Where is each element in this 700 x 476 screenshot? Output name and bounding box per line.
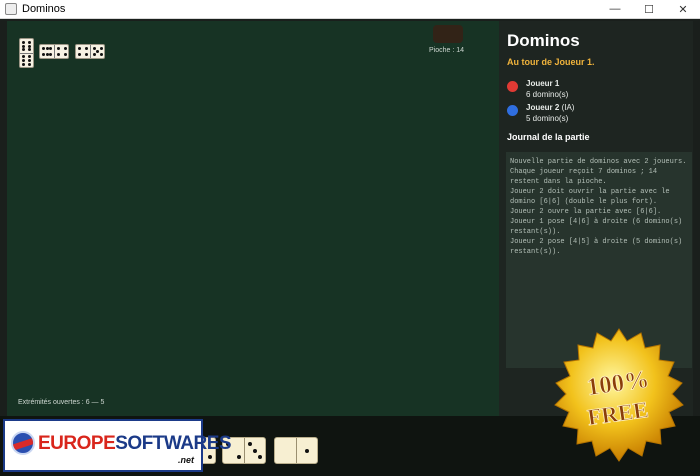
pip <box>99 46 103 50</box>
app-icon <box>5 3 17 15</box>
turn-indicator: Au tour de Joueur 1. <box>507 57 595 67</box>
pip <box>63 46 67 50</box>
domino-half <box>40 45 54 58</box>
pip <box>236 454 241 459</box>
player-1-color-dot <box>507 81 518 92</box>
sidebar-title: Dominos <box>507 31 580 50</box>
board-domino <box>39 44 69 59</box>
pip <box>45 46 49 50</box>
pip <box>41 53 45 57</box>
pip <box>247 442 252 447</box>
board-domino <box>75 44 105 59</box>
close-button[interactable]: ✕ <box>666 0 700 18</box>
pip <box>92 53 96 57</box>
pip <box>28 48 32 52</box>
pip <box>305 448 309 453</box>
pip <box>45 53 49 57</box>
pip <box>85 46 88 50</box>
pip <box>28 62 32 66</box>
pip <box>28 59 32 62</box>
domino-half <box>53 45 69 58</box>
player-2-name: Joueur 2 <box>526 103 560 112</box>
pip <box>21 48 25 52</box>
player-2-ai-tag: (IA) <box>559 103 575 112</box>
pip <box>253 448 257 453</box>
player-1: Joueur 1 6 domino(s) <box>507 78 568 100</box>
window-title: Dominos <box>22 3 66 15</box>
pip <box>41 46 45 50</box>
hand-domino[interactable] <box>274 437 318 464</box>
player-2-color-dot <box>507 105 518 116</box>
europesoftwares-logo: EUROPESOFTWARES .net <box>3 419 232 472</box>
pip <box>258 454 263 459</box>
open-ends: Extrémités ouvertes : 6 — 5 <box>18 399 105 406</box>
log-line: Joueur 2 pose [4|5] à droite (5 domino(s… <box>510 238 687 256</box>
log-line: Nouvelle partie de dominos avec 2 joueur… <box>510 158 691 186</box>
board-domino <box>19 38 34 68</box>
pip <box>78 53 81 57</box>
draw-pile-count: Pioche : 14 <box>428 47 464 54</box>
pip <box>56 53 60 57</box>
pip <box>21 62 25 66</box>
domino-half <box>275 438 296 463</box>
pip <box>56 46 60 50</box>
player-1-name: Joueur 1 <box>526 79 560 88</box>
pip <box>78 46 81 50</box>
domino-half <box>76 45 90 58</box>
pip <box>208 454 213 459</box>
title-bar: Dominos — ☐ ✕ <box>0 0 700 19</box>
pip <box>21 59 25 62</box>
player-2-count: 5 domino(s) <box>526 114 569 123</box>
pip <box>49 46 53 50</box>
pip <box>28 55 32 59</box>
domino-half <box>295 438 318 463</box>
logo-emblem-icon <box>11 431 35 455</box>
pip <box>28 44 32 48</box>
pip <box>28 40 32 44</box>
pip <box>92 46 96 50</box>
journal-title: Journal de la partie <box>507 132 590 142</box>
draw-pile[interactable] <box>433 25 463 43</box>
player-2: Joueur 2 (IA) 5 domino(s) <box>507 102 574 124</box>
minimize-button[interactable]: — <box>598 0 632 18</box>
log-line: Joueur 2 ouvre la partie avec [6|6]. <box>510 208 662 216</box>
pip <box>63 53 67 57</box>
domino-half <box>20 39 33 53</box>
pip <box>21 44 25 48</box>
log-line: Joueur 1 pose [4|6] à droite (6 domino(s… <box>510 218 687 236</box>
free-badge: 100% FREE <box>554 328 684 462</box>
pip <box>21 40 25 44</box>
player-1-count: 6 domino(s) <box>526 90 569 99</box>
maximize-button[interactable]: ☐ <box>632 0 666 18</box>
game-board: Pioche : 14 Extrémités ouvertes : 6 — 5 <box>7 21 499 416</box>
pip <box>96 50 99 53</box>
pip <box>99 53 103 57</box>
pip <box>49 53 53 57</box>
domino-half <box>20 52 33 68</box>
domino-half <box>243 438 266 463</box>
pip <box>21 55 25 59</box>
domino-half <box>89 45 105 58</box>
pip <box>85 53 88 57</box>
log-line: Joueur 2 doit ouvrir la partie avec le d… <box>510 188 674 206</box>
